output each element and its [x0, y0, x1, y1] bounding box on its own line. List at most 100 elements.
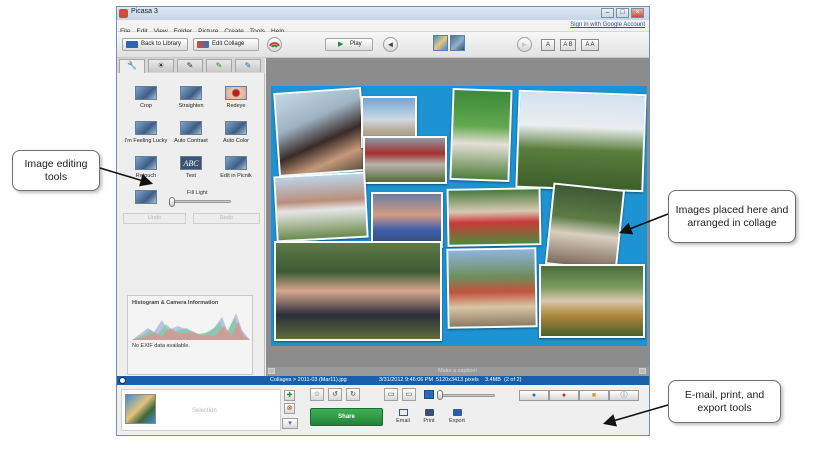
people-button[interactable]: ●: [519, 390, 549, 401]
text-tool[interactable]: ABC Text: [168, 156, 214, 186]
text-abc-icon: ABC: [180, 156, 202, 170]
thumbnail-size-knob[interactable]: [437, 390, 443, 400]
crop-label: Crop: [140, 103, 152, 109]
tab-tuning[interactable]: ☀: [148, 59, 174, 72]
straighten-tool[interactable]: Straighten: [168, 86, 214, 116]
rotate-left-button[interactable]: ↺: [328, 388, 342, 401]
star-icon: ☆: [313, 391, 321, 398]
collage-photo-12[interactable]: [539, 264, 645, 338]
collage-photo-1[interactable]: [273, 87, 367, 177]
tab-basic-fixes[interactable]: 🔧: [119, 59, 145, 73]
view-double-button[interactable]: ▭: [402, 388, 416, 401]
collage-photo-9[interactable]: [544, 182, 626, 272]
text-size-large-button[interactable]: A A: [581, 39, 599, 51]
auto-color-tool[interactable]: Auto Color: [213, 121, 259, 151]
color-wheel-button[interactable]: [267, 37, 282, 52]
email-button[interactable]: Email: [391, 409, 415, 424]
places-button[interactable]: ●: [549, 390, 579, 401]
crop-tool[interactable]: Crop: [123, 86, 169, 116]
text-size-medium-button[interactable]: A B: [560, 39, 576, 51]
callout-image-editing-tools: Image editing tools: [12, 150, 100, 191]
collage-board[interactable]: [271, 86, 647, 346]
tray-thumbnail[interactable]: [125, 394, 156, 424]
caption-input[interactable]: Make a caption!: [266, 368, 649, 374]
caption-bar: Make a caption!: [266, 367, 649, 376]
retouch-tool[interactable]: Retouch: [123, 156, 169, 186]
auto-contrast-tool[interactable]: Auto Contrast: [168, 121, 214, 151]
close-button[interactable]: ×: [631, 8, 644, 18]
collage-photo-5[interactable]: [363, 136, 447, 184]
tag-icon: ■: [591, 392, 597, 399]
effects-brush-2-icon: ✎: [244, 61, 252, 70]
print-button[interactable]: Print: [417, 409, 441, 424]
clear-tray-icon[interactable]: ⊗: [284, 403, 295, 414]
retouch-icon: [135, 156, 157, 170]
info-button[interactable]: ⓘ: [609, 390, 639, 401]
wrench-icon: 🔧: [127, 61, 137, 70]
share-button[interactable]: Share: [310, 408, 383, 426]
color-wheel-icon: [269, 42, 280, 48]
tab-effects-3[interactable]: ✎: [235, 59, 261, 72]
edit-in-picnik-tool[interactable]: Edit in Picnik: [213, 156, 259, 186]
feeling-lucky-icon: [135, 121, 157, 135]
tab-effects[interactable]: ✎: [177, 59, 203, 72]
star-button[interactable]: ☆: [310, 388, 324, 401]
play-label: Play: [350, 41, 362, 47]
export-button[interactable]: Export: [445, 409, 469, 424]
photo-tray: Selection: [121, 389, 281, 431]
view-single-button[interactable]: ▭: [384, 388, 398, 401]
collage-thumbnail-2[interactable]: [450, 35, 465, 51]
window-title: Picasa 3: [131, 8, 158, 15]
sign-in-link[interactable]: Sign in with Google Account: [570, 22, 645, 28]
collage-photo-3[interactable]: [449, 87, 513, 183]
collage-photo-6[interactable]: [273, 171, 369, 243]
maximize-button[interactable]: □: [616, 8, 629, 18]
collage-thumbnail-1[interactable]: [433, 35, 448, 51]
back-to-library-button[interactable]: Back to Library: [122, 38, 188, 51]
redeye-label: Redeye: [226, 103, 246, 109]
redeye-icon: [225, 86, 247, 100]
edit-in-picnik-label: Edit in Picnik: [220, 173, 252, 179]
sun-icon: ☀: [157, 61, 165, 70]
collage-photo-8[interactable]: [446, 187, 542, 247]
status-bar: Collages > 2011-03 (Mar11).jpg 3/31/2012…: [117, 376, 649, 385]
person-icon: ●: [531, 392, 537, 399]
thumbnail-size-slider[interactable]: [437, 394, 495, 397]
tab-effects-2[interactable]: ✎: [206, 59, 232, 72]
auto-color-label: Auto Color: [223, 138, 249, 144]
text-size-small-button[interactable]: A: [541, 39, 555, 51]
histogram-title: Histogram & Camera Information: [132, 300, 219, 306]
rotate-right-button[interactable]: ↻: [346, 388, 360, 401]
thumbnail-size-icon: [424, 390, 434, 399]
redo-button[interactable]: Redo: [193, 213, 260, 224]
edit-collage-button[interactable]: Edit Collage: [193, 38, 259, 51]
status-date: 3/31/2012 9:46:06 PM: [379, 377, 434, 383]
tags-button[interactable]: ■: [579, 390, 609, 401]
minimize-button[interactable]: –: [601, 8, 614, 18]
picasa-window: Picasa 3 – □ × FileEditViewFolderPicture…: [116, 6, 650, 436]
caption-right-button[interactable]: [639, 368, 646, 374]
collage-photo-10[interactable]: [274, 241, 442, 341]
edit-tabs: 🔧 ☀ ✎ ✎ ✎: [117, 58, 265, 73]
status-indicator-icon: [119, 377, 126, 384]
fill-light-icon: [135, 190, 157, 204]
feeling-lucky-tool[interactable]: I'm Feeling Lucky: [123, 121, 169, 151]
edit-collage-label: Edit Collage: [212, 41, 245, 47]
auto-color-icon: [225, 121, 247, 135]
retouch-label: Retouch: [135, 173, 157, 179]
crop-icon: [135, 86, 157, 100]
collage-photo-11[interactable]: [446, 247, 538, 329]
fill-light-slider[interactable]: [169, 200, 231, 203]
back-arrow-icon: [126, 41, 138, 48]
redeye-tool[interactable]: Redeye: [213, 86, 259, 116]
fill-light-slider-knob[interactable]: [169, 197, 175, 207]
hold-pin-icon[interactable]: ✚: [284, 390, 295, 401]
next-button[interactable]: ►: [517, 37, 532, 52]
play-button[interactable]: ▶ Play: [325, 38, 373, 51]
collage-photo-4[interactable]: [515, 89, 647, 193]
album-dropdown-icon[interactable]: ▾: [282, 418, 298, 429]
undo-button[interactable]: Undo: [123, 213, 186, 224]
collage-photo-7[interactable]: [371, 192, 443, 248]
email-label: Email: [396, 418, 410, 424]
previous-button[interactable]: ◄: [383, 37, 398, 52]
